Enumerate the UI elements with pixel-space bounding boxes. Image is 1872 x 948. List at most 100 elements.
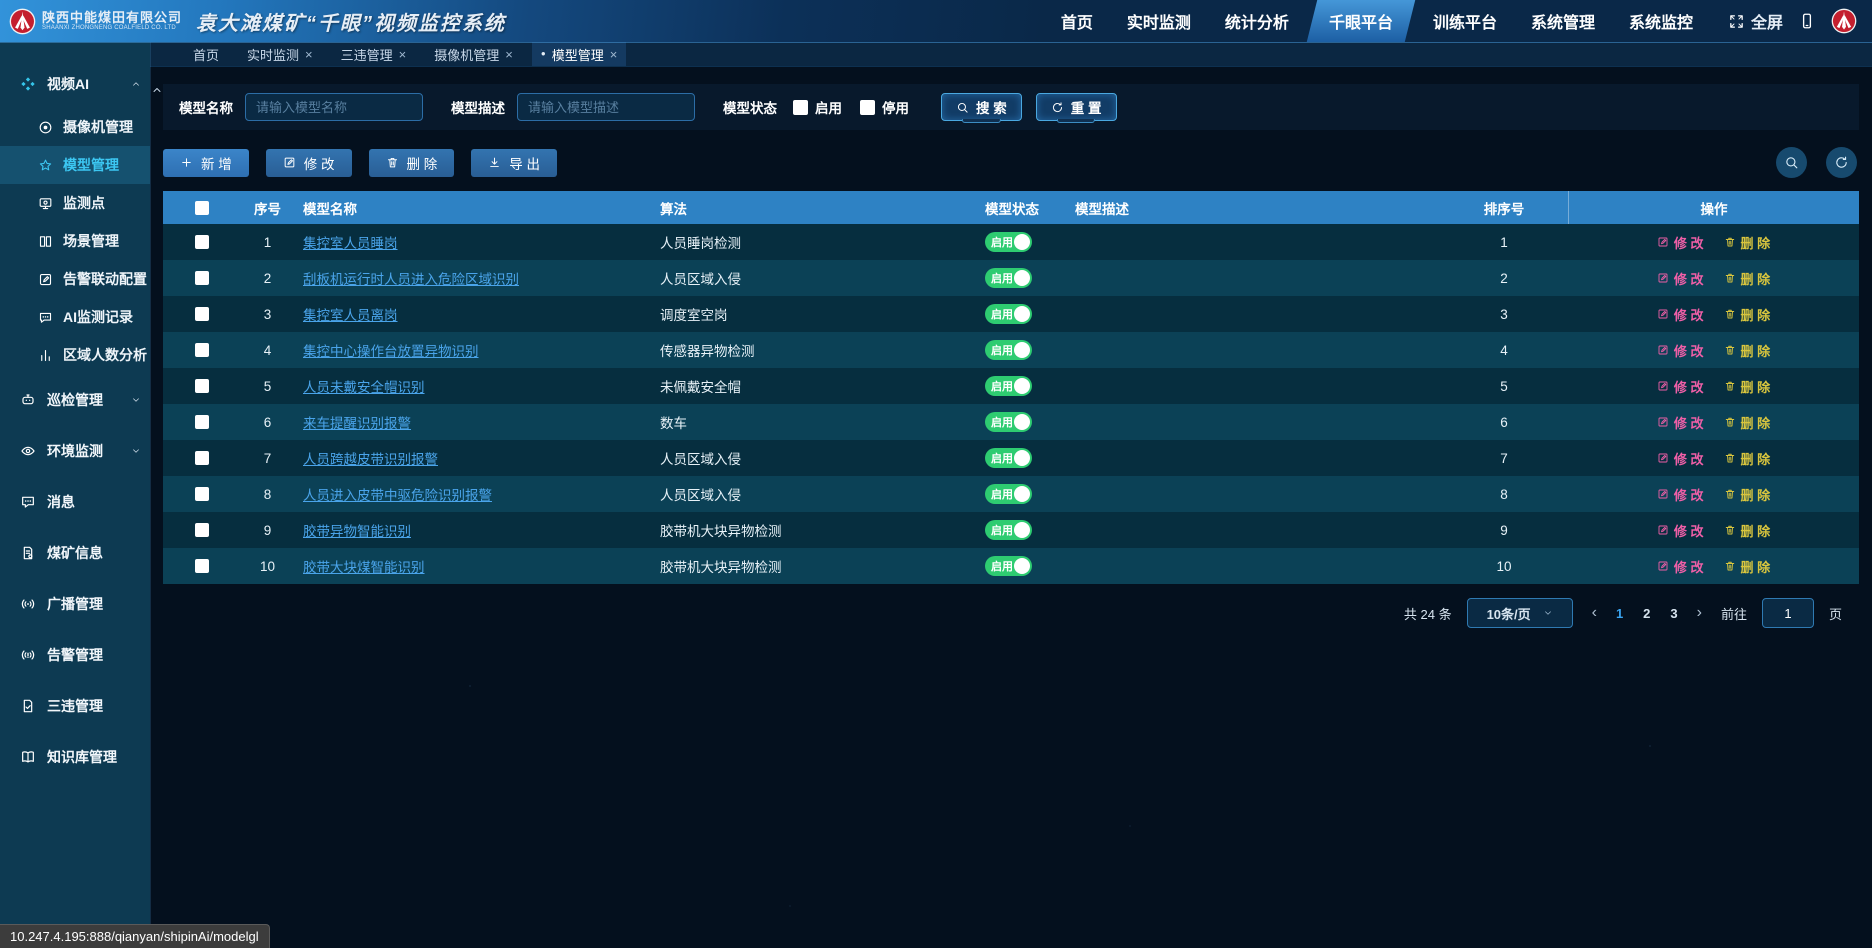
- status-toggle[interactable]: 启用: [985, 304, 1032, 324]
- row-edit-button[interactable]: 修 改: [1657, 413, 1704, 432]
- sidebar-item-scene-management[interactable]: 场景管理: [0, 222, 150, 260]
- fullscreen-button[interactable]: 全屏: [1728, 9, 1783, 33]
- nav-item-system-management[interactable]: 系统管理: [1514, 0, 1612, 42]
- model-name-link[interactable]: 胶带大块煤智能识别: [303, 560, 425, 575]
- tab-camera-management[interactable]: 摄像机管理×: [425, 42, 522, 66]
- nav-item-realtime-monitor[interactable]: 实时监测: [1110, 0, 1208, 42]
- row-delete-button[interactable]: 删 除: [1724, 377, 1771, 396]
- row-delete-button[interactable]: 删 除: [1724, 557, 1771, 576]
- row-edit-button[interactable]: 修 改: [1657, 377, 1704, 396]
- row-edit-button[interactable]: 修 改: [1657, 521, 1704, 540]
- row-edit-button[interactable]: 修 改: [1657, 305, 1704, 324]
- nav-item-home[interactable]: 首页: [1044, 0, 1110, 42]
- row-checkbox[interactable]: [195, 271, 209, 285]
- row-checkbox[interactable]: [195, 523, 209, 537]
- model-name-link[interactable]: 来车提醒识别报警: [303, 416, 411, 431]
- row-checkbox[interactable]: [195, 415, 209, 429]
- tab-sanwei-management[interactable]: 三违管理×: [332, 42, 416, 66]
- row-delete-button[interactable]: 删 除: [1724, 521, 1771, 540]
- tab-close-icon[interactable]: ×: [399, 48, 407, 61]
- export-button[interactable]: 导 出: [471, 149, 557, 177]
- row-checkbox[interactable]: [195, 379, 209, 393]
- table-refresh-button[interactable]: [1826, 147, 1857, 178]
- row-edit-button[interactable]: 修 改: [1657, 341, 1704, 360]
- row-edit-button[interactable]: 修 改: [1657, 557, 1704, 576]
- row-edit-button[interactable]: 修 改: [1657, 449, 1704, 468]
- sidebar-item-monitor-points[interactable]: 监测点: [0, 184, 150, 222]
- prev-page-button[interactable]: ‹: [1588, 604, 1601, 622]
- search-button[interactable]: 搜 索: [941, 93, 1022, 121]
- row-delete-button[interactable]: 删 除: [1724, 413, 1771, 432]
- status-toggle[interactable]: 启用: [985, 340, 1032, 360]
- sidebar-item-messages[interactable]: 消息: [0, 476, 150, 527]
- row-checkbox[interactable]: [195, 307, 209, 321]
- row-delete-button[interactable]: 删 除: [1724, 233, 1771, 252]
- status-toggle[interactable]: 启用: [985, 376, 1032, 396]
- tab-close-icon[interactable]: ×: [610, 48, 618, 61]
- page-size-select[interactable]: 10条/页: [1467, 598, 1573, 628]
- sidebar-item-camera-management[interactable]: 摄像机管理: [0, 108, 150, 146]
- next-page-button[interactable]: ›: [1693, 604, 1706, 622]
- tab-close-icon[interactable]: ×: [505, 48, 513, 61]
- tab-home[interactable]: 首页: [184, 42, 228, 66]
- model-name-link[interactable]: 人员未戴安全帽识别: [303, 380, 425, 395]
- status-toggle[interactable]: 启用: [985, 448, 1032, 468]
- status-disabled-checkbox[interactable]: [860, 100, 875, 115]
- mobile-icon[interactable]: [1798, 12, 1816, 30]
- status-toggle[interactable]: 启用: [985, 520, 1032, 540]
- sidebar-item-mine-info[interactable]: 煤矿信息: [0, 527, 150, 578]
- sidebar-item-alarm-management[interactable]: 告警管理: [0, 629, 150, 680]
- row-edit-button[interactable]: 修 改: [1657, 269, 1704, 288]
- sidebar-item-inspection-management[interactable]: 巡检管理: [0, 374, 150, 425]
- model-desc-input[interactable]: [517, 93, 695, 121]
- delete-button[interactable]: 删 除: [369, 149, 455, 177]
- model-name-link[interactable]: 胶带异物智能识别: [303, 524, 411, 539]
- status-toggle[interactable]: 启用: [985, 412, 1032, 432]
- row-checkbox[interactable]: [195, 451, 209, 465]
- nav-item-training-platform[interactable]: 训练平台: [1416, 0, 1514, 42]
- status-enabled-checkbox[interactable]: [793, 100, 808, 115]
- row-delete-button[interactable]: 删 除: [1724, 305, 1771, 324]
- status-toggle[interactable]: 启用: [985, 268, 1032, 288]
- model-name-link[interactable]: 集控室人员离岗: [303, 308, 398, 323]
- sidebar-item-alarm-linkage-config[interactable]: 告警联动配置: [0, 260, 150, 298]
- sidebar-item-ai-monitor-records[interactable]: AI监测记录: [0, 298, 150, 336]
- row-checkbox[interactable]: [195, 487, 209, 501]
- row-delete-button[interactable]: 删 除: [1724, 341, 1771, 360]
- model-name-link[interactable]: 人员跨越皮带识别报警: [303, 452, 438, 467]
- status-toggle[interactable]: 启用: [985, 232, 1032, 252]
- row-edit-button[interactable]: 修 改: [1657, 485, 1704, 504]
- row-delete-button[interactable]: 删 除: [1724, 485, 1771, 504]
- row-delete-button[interactable]: 删 除: [1724, 449, 1771, 468]
- nav-item-system-monitor[interactable]: 系统监控: [1612, 0, 1710, 42]
- model-name-link[interactable]: 集控室人员睡岗: [303, 236, 398, 251]
- sidebar-item-knowledge-base[interactable]: 知识库管理: [0, 731, 150, 782]
- page-button-3[interactable]: 3: [1670, 606, 1677, 621]
- tab-close-icon[interactable]: ×: [305, 48, 313, 61]
- user-avatar[interactable]: [1831, 8, 1857, 34]
- page-button-2[interactable]: 2: [1643, 606, 1650, 621]
- tab-realtime-monitor[interactable]: 实时监测×: [238, 42, 322, 66]
- status-toggle[interactable]: 启用: [985, 484, 1032, 504]
- collapse-caret-icon[interactable]: [151, 84, 163, 96]
- tab-model-management[interactable]: ●模型管理×: [532, 42, 626, 66]
- edit-button[interactable]: 修 改: [266, 149, 352, 177]
- row-delete-button[interactable]: 删 除: [1724, 269, 1771, 288]
- sidebar-item-broadcast-management[interactable]: 广播管理: [0, 578, 150, 629]
- goto-page-input[interactable]: [1762, 598, 1814, 628]
- sidebar-item-environment-monitor[interactable]: 环境监测: [0, 425, 150, 476]
- row-checkbox[interactable]: [195, 559, 209, 573]
- model-name-link[interactable]: 刮板机运行时人员进入危险区域识别: [303, 272, 519, 287]
- row-edit-button[interactable]: 修 改: [1657, 233, 1704, 252]
- row-checkbox[interactable]: [195, 235, 209, 249]
- nav-item-statistics[interactable]: 统计分析: [1208, 0, 1306, 42]
- sidebar-item-area-people-analysis[interactable]: 区域人数分析: [0, 336, 150, 374]
- reset-button[interactable]: 重 置: [1036, 93, 1117, 121]
- row-checkbox[interactable]: [195, 343, 209, 357]
- status-toggle[interactable]: 启用: [985, 556, 1032, 576]
- model-name-link[interactable]: 人员进入皮带中驱危险识别报警: [303, 488, 492, 503]
- sidebar-item-sanwei-management[interactable]: 三违管理: [0, 680, 150, 731]
- page-button-1[interactable]: 1: [1616, 606, 1623, 621]
- model-name-input[interactable]: [245, 93, 423, 121]
- nav-item-qianyan-platform[interactable]: 千眼平台: [1307, 0, 1415, 42]
